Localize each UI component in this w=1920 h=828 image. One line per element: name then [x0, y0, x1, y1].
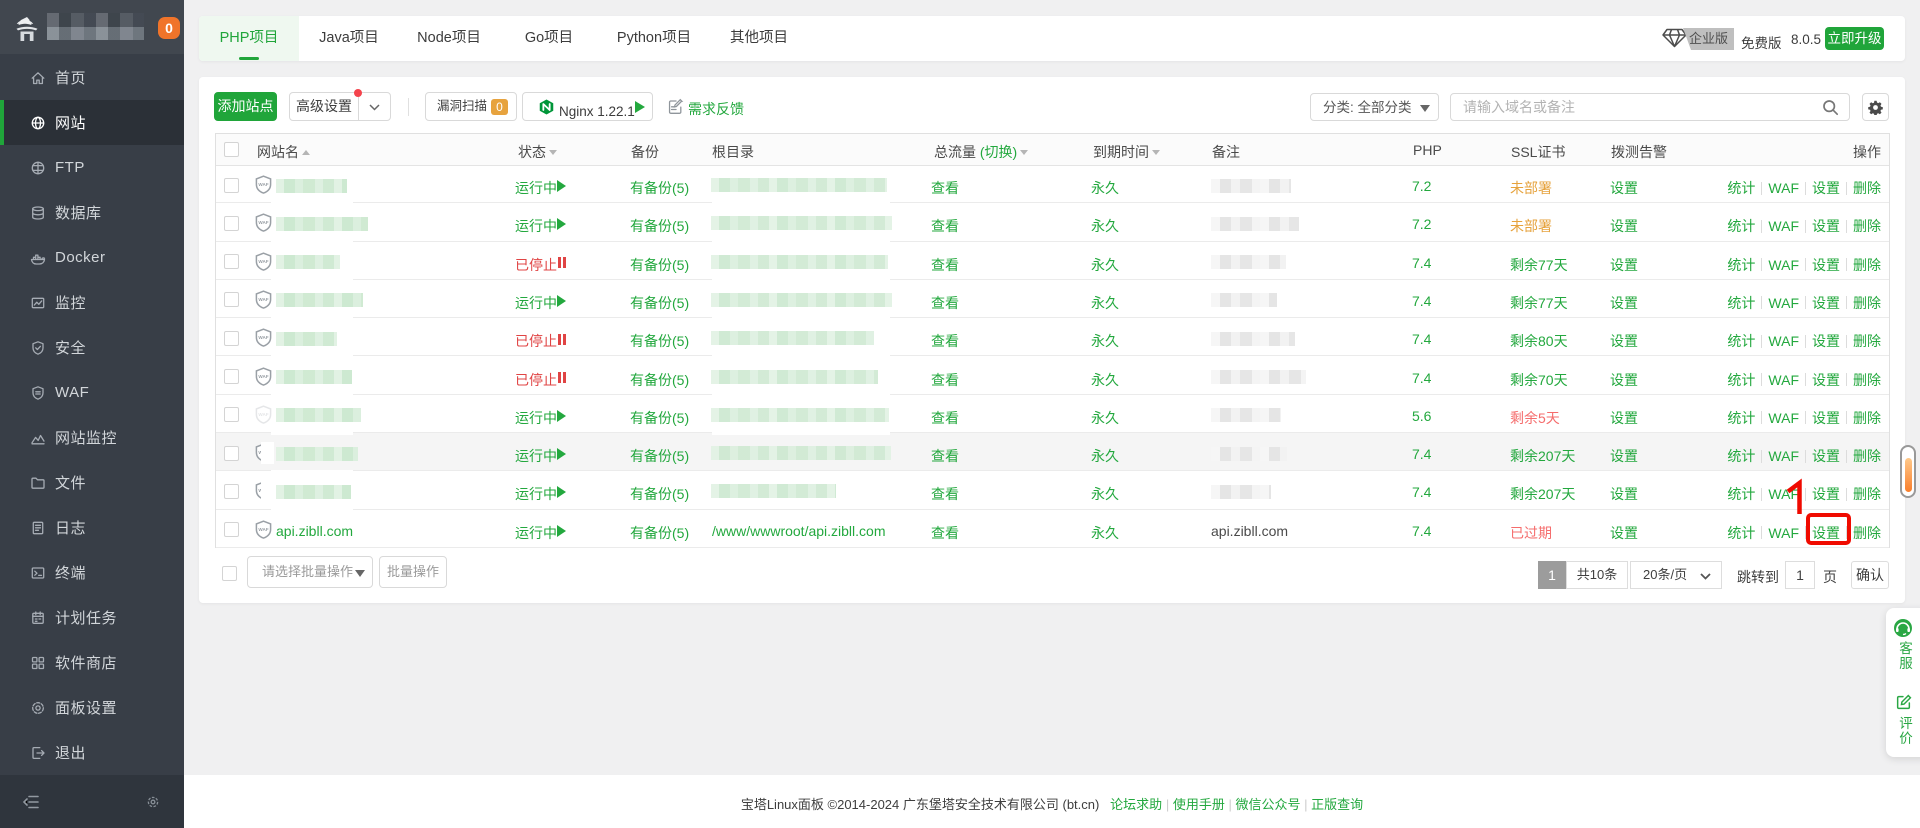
- svg-text:WAF: WAF: [258, 527, 268, 532]
- svg-text:WAF: WAF: [258, 297, 268, 302]
- svg-text:WAF: WAF: [258, 182, 268, 187]
- svg-text:WAF: WAF: [258, 374, 268, 379]
- svg-text:WAF: WAF: [258, 412, 268, 417]
- svg-text:WAF: WAF: [258, 335, 268, 340]
- svg-text:WAF: WAF: [258, 259, 268, 264]
- svg-text:WAF: WAF: [258, 221, 268, 226]
